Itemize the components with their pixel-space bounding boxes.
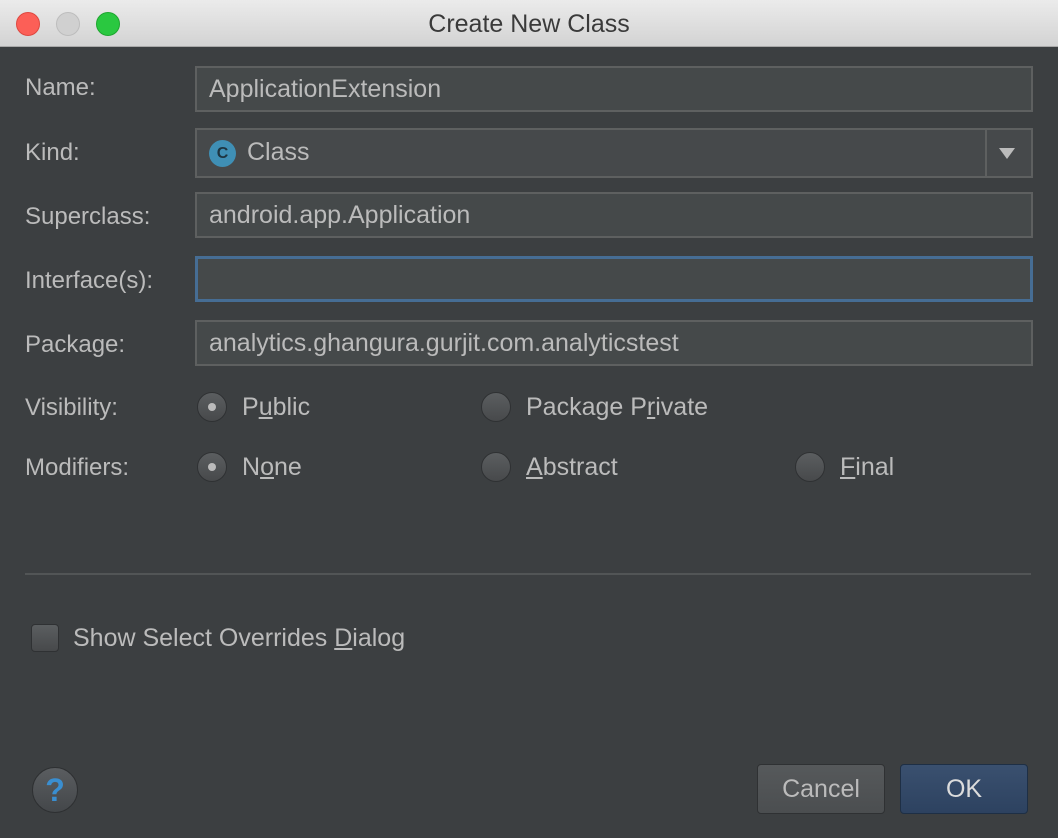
- title-bar: Create New Class: [0, 0, 1058, 47]
- radio-button[interactable]: [481, 452, 511, 482]
- radio-selected-dot: [208, 403, 216, 411]
- modifiers-final-radio[interactable]: Final: [795, 452, 894, 482]
- modifiers-label: Modifiers:: [25, 454, 130, 481]
- superclass-label: Superclass:: [25, 203, 151, 230]
- visibility-package-private-label: Package Private: [526, 392, 709, 421]
- interfaces-label: Interface(s):: [25, 267, 154, 294]
- radio-button[interactable]: [795, 452, 825, 482]
- kind-label: Kind:: [25, 139, 80, 166]
- create-new-class-dialog: Create New Class Name: ApplicationExtens…: [0, 0, 1058, 838]
- name-label: Name:: [25, 74, 96, 101]
- modifiers-final-label: Final: [840, 452, 895, 481]
- visibility-label: Visibility:: [25, 394, 118, 421]
- divider: [25, 573, 1031, 575]
- kind-dropdown[interactable]: C Class: [195, 128, 1033, 178]
- superclass-field[interactable]: android.app.Application: [195, 192, 1033, 238]
- show-overrides-label[interactable]: Show Select Overrides Dialog: [73, 624, 405, 653]
- radio-button[interactable]: [481, 392, 511, 422]
- show-overrides-checkbox[interactable]: [31, 624, 59, 652]
- package-label: Package:: [25, 331, 126, 358]
- help-icon[interactable]: ?: [32, 767, 78, 813]
- modifiers-abstract-label: Abstract: [526, 452, 618, 481]
- visibility-public-radio[interactable]: Public: [197, 392, 310, 422]
- modifiers-none-radio[interactable]: None: [197, 452, 302, 482]
- radio-button[interactable]: [197, 392, 227, 422]
- name-field[interactable]: ApplicationExtension: [195, 66, 1033, 112]
- cancel-button[interactable]: Cancel: [757, 764, 885, 814]
- modifiers-none-label: None: [242, 452, 302, 481]
- visibility-package-private-radio[interactable]: Package Private: [481, 392, 708, 422]
- kind-dropdown-toggle[interactable]: [985, 130, 1031, 176]
- modifiers-abstract-radio[interactable]: Abstract: [481, 452, 618, 482]
- radio-button[interactable]: [197, 452, 227, 482]
- chevron-down-icon: [999, 148, 1015, 159]
- visibility-public-label: Public: [242, 392, 311, 421]
- interfaces-field[interactable]: [195, 256, 1033, 302]
- radio-selected-dot: [208, 463, 216, 471]
- window-title: Create New Class: [428, 10, 630, 38]
- kind-selected-value: Class: [247, 138, 310, 166]
- package-field[interactable]: analytics.ghangura.gurjit.com.analyticst…: [195, 320, 1033, 366]
- class-icon: C: [209, 140, 236, 167]
- ok-button[interactable]: OK: [900, 764, 1028, 814]
